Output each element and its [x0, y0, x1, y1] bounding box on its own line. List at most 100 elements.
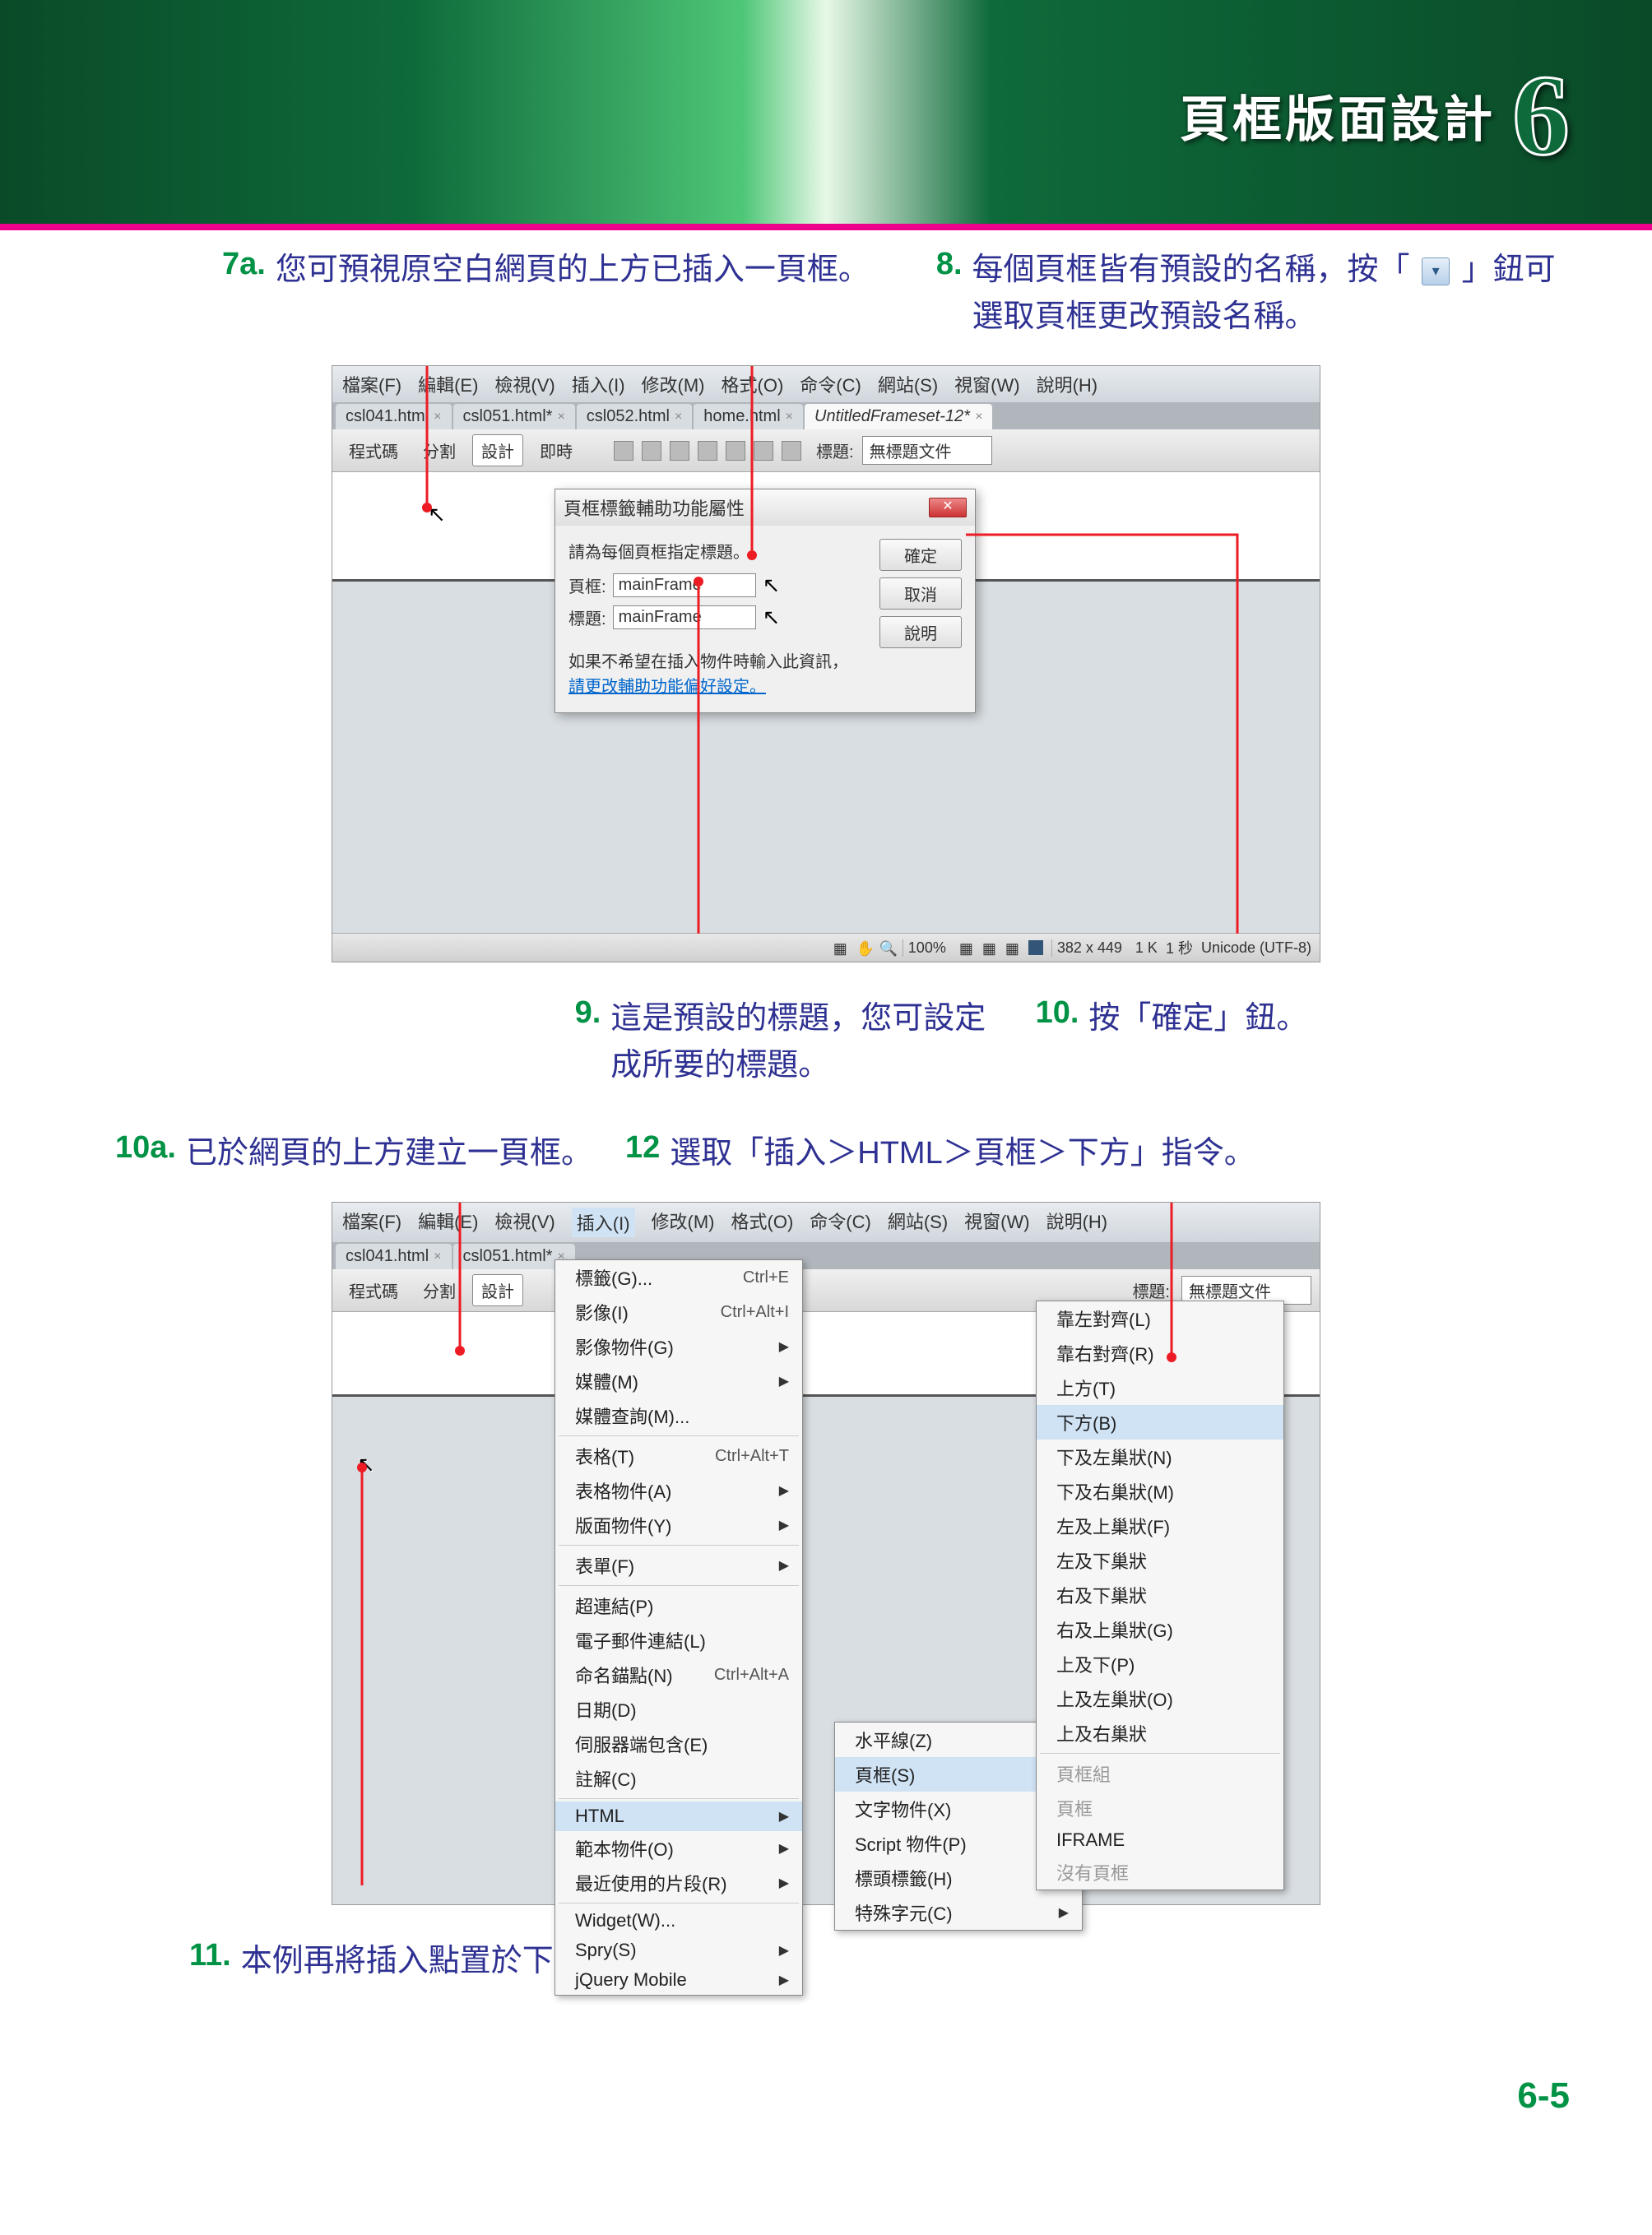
tool-icon[interactable] — [754, 441, 773, 461]
menu-item[interactable]: 命令(C) — [810, 1208, 871, 1237]
menu-item[interactable]: 下方(B) — [1037, 1405, 1283, 1440]
tool-icon[interactable]: ▦ — [959, 940, 974, 955]
menu-item[interactable]: 最近使用的片段(R)▶ — [555, 1866, 802, 1900]
menu-item[interactable]: 右及上巢狀(G) — [1037, 1612, 1283, 1647]
menu-item[interactable]: 媒體(M)▶ — [555, 1364, 802, 1398]
menu-item[interactable]: 網站(S) — [888, 1208, 948, 1237]
tab[interactable]: home.html× — [694, 404, 803, 429]
view-live[interactable]: 即時 — [531, 435, 581, 466]
frame-select[interactable]: mainFrame — [613, 573, 756, 597]
tab[interactable]: csl052.html× — [577, 404, 693, 429]
menu-item[interactable]: 修改(M) — [652, 1208, 715, 1237]
menu-item[interactable]: 表單(F)▶ — [555, 1548, 802, 1583]
view-code[interactable]: 程式碼 — [341, 1275, 406, 1305]
menu-item[interactable]: 命令(C) — [800, 371, 861, 397]
menu-item[interactable]: 檢視(V) — [494, 1208, 555, 1237]
menu-item[interactable]: 上及下(P) — [1037, 1647, 1283, 1681]
zoom-icon[interactable]: 🔍 — [879, 940, 894, 955]
menu-item[interactable]: 視窗(W) — [954, 371, 1019, 397]
menu-item[interactable]: 表格(T)Ctrl+Alt+T — [555, 1439, 802, 1473]
view-split[interactable]: 分割 — [415, 435, 464, 466]
close-icon[interactable]: × — [434, 1250, 441, 1264]
menu-item[interactable]: 左及下巢狀 — [1037, 1543, 1283, 1578]
tool-icon[interactable] — [670, 441, 689, 461]
menu-item[interactable]: 上及左巢狀(O) — [1037, 1681, 1283, 1716]
menu-item[interactable]: 檔案(F) — [342, 371, 401, 397]
menu-item[interactable]: 左及上巢狀(F) — [1037, 1509, 1283, 1543]
selector-icon[interactable]: ▦ — [833, 940, 848, 955]
menu-item[interactable]: 標籤(G)...Ctrl+E — [555, 1260, 802, 1295]
tab[interactable]: csl041.html× — [336, 1244, 452, 1269]
menu-item[interactable]: 媒體查詢(M)... — [555, 1398, 802, 1433]
menu-item[interactable]: HTML▶ — [555, 1801, 802, 1831]
tool-icon[interactable] — [782, 441, 801, 461]
menu-item[interactable]: 伺服器端包含(E) — [555, 1727, 802, 1761]
menu-item[interactable]: 電子郵件連結(L) — [555, 1623, 802, 1658]
tool-icon[interactable]: ▦ — [982, 940, 997, 955]
menu-item[interactable]: 日期(D) — [555, 1692, 802, 1727]
menu-item[interactable]: 影像(I)Ctrl+Alt+I — [555, 1295, 802, 1329]
menu-item[interactable]: Widget(W)... — [555, 1906, 802, 1936]
menu-item[interactable]: 網站(S) — [878, 371, 938, 397]
tool-icon[interactable] — [1028, 940, 1043, 955]
menu-item[interactable]: jQuery Mobile▶ — [555, 1965, 802, 1995]
menu-item[interactable]: 下及右巢狀(M) — [1037, 1474, 1283, 1509]
help-button[interactable]: 說明 — [879, 616, 962, 648]
ok-button[interactable]: 確定 — [879, 539, 962, 571]
menu-item[interactable]: 註解(C) — [555, 1761, 802, 1796]
menu-item[interactable]: 修改(M) — [642, 371, 705, 397]
zoom-level[interactable]: 100% — [903, 939, 951, 957]
menu-item[interactable]: 靠左對齊(L) — [1037, 1301, 1283, 1336]
menu-item[interactable]: 版面物件(Y)▶ — [555, 1508, 802, 1542]
menu-item[interactable]: 上方(T) — [1037, 1370, 1283, 1405]
close-icon[interactable]: × — [975, 410, 982, 424]
menu-item[interactable]: 說明(H) — [1037, 371, 1098, 397]
menu-item[interactable]: 上及右巢狀 — [1037, 1716, 1283, 1750]
tab-active[interactable]: UntitledFrameset-12*× — [805, 404, 992, 429]
menu-item[interactable]: 插入(I) — [572, 371, 625, 397]
view-design[interactable]: 設計 — [472, 1274, 523, 1306]
menu-item[interactable]: 表格物件(A)▶ — [555, 1473, 802, 1508]
menu-item[interactable]: Spry(S)▶ — [555, 1936, 802, 1965]
menu-item[interactable]: 右及下巢狀 — [1037, 1578, 1283, 1612]
tool-icon[interactable]: ▦ — [1005, 940, 1020, 955]
menu-item[interactable]: 檢視(V) — [494, 371, 555, 397]
hand-icon[interactable]: ✋ — [856, 940, 871, 955]
menu-item[interactable]: 範本物件(O)▶ — [555, 1831, 802, 1866]
close-icon[interactable]: × — [434, 410, 441, 424]
menu-item[interactable]: IFRAME — [1037, 1825, 1283, 1855]
menu-item[interactable]: 視窗(W) — [964, 1208, 1029, 1237]
menu-item[interactable]: 格式(O) — [722, 371, 784, 397]
tool-icon[interactable] — [642, 441, 661, 461]
menu-item[interactable]: 影像物件(G)▶ — [555, 1329, 802, 1364]
tab[interactable]: csl041.html× — [336, 404, 452, 429]
menu-item[interactable]: 插入(I) — [572, 1208, 635, 1237]
view-split[interactable]: 分割 — [415, 1275, 464, 1305]
close-icon[interactable]: ✕ — [929, 498, 967, 517]
menu-item[interactable]: 編輯(E) — [418, 371, 478, 397]
view-design[interactable]: 設計 — [472, 434, 523, 466]
callout-text: 選取「插入＞HTML＞頁框＞下方」指令。 — [670, 1130, 1255, 1177]
close-icon[interactable]: × — [557, 410, 564, 424]
menu-item[interactable]: 格式(O) — [731, 1208, 794, 1237]
view-code[interactable]: 程式碼 — [341, 435, 406, 466]
menu-item[interactable]: 超連結(P) — [555, 1588, 802, 1623]
title-input[interactable]: mainFrame — [613, 605, 756, 629]
title-input[interactable]: 無標題文件 — [862, 436, 992, 465]
tool-icon[interactable] — [614, 441, 633, 461]
menu-item[interactable]: 靠右對齊(R) — [1037, 1336, 1283, 1370]
close-icon[interactable]: × — [675, 410, 682, 424]
callout-text: 這是預設的標題，您可設定成所要的標題。 — [610, 995, 986, 1089]
menu-item[interactable]: 特殊字元(C)▶ — [835, 1895, 1082, 1930]
menu-item[interactable]: 命名錨點(N)Ctrl+Alt+A — [555, 1658, 802, 1692]
menu-item[interactable]: 下及左巢狀(N) — [1037, 1440, 1283, 1474]
close-icon[interactable]: × — [786, 410, 793, 424]
tool-icon[interactable] — [698, 441, 717, 461]
menu-item[interactable]: 編輯(E) — [418, 1208, 478, 1237]
tab[interactable]: csl051.html*× — [453, 404, 575, 429]
tool-icon[interactable] — [726, 441, 745, 461]
menu-item[interactable]: 說明(H) — [1046, 1208, 1108, 1237]
cancel-button[interactable]: 取消 — [879, 577, 962, 610]
menu-item[interactable]: 檔案(F) — [342, 1208, 401, 1237]
dialog-link[interactable]: 請更改輔助功能偏好設定。 — [568, 678, 766, 696]
